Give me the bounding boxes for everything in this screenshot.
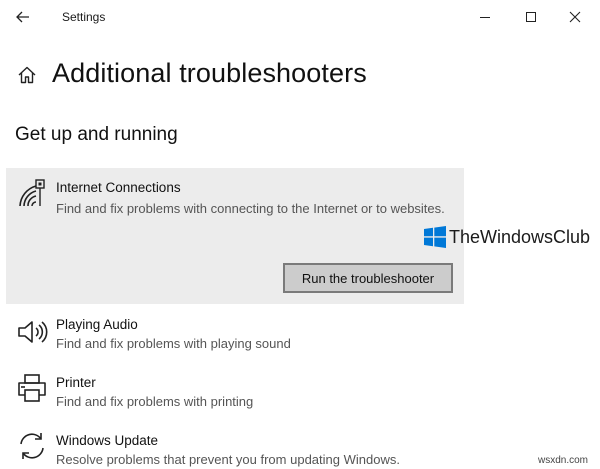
- close-button[interactable]: [552, 2, 598, 32]
- item-name: Printer: [56, 375, 96, 390]
- item-description: Resolve problems that prevent you from u…: [56, 452, 400, 467]
- item-description: Find and fix problems with connecting to…: [56, 201, 445, 216]
- home-icon: [18, 66, 36, 84]
- troubleshooter-windows-update[interactable]: Windows Update Resolve problems that pre…: [6, 430, 464, 468]
- watermark-text: TheWindowsClub: [449, 226, 591, 247]
- watermark: TheWindowsClub: [424, 226, 590, 248]
- home-button[interactable]: [16, 64, 38, 86]
- page-title: Additional troubleshooters: [52, 58, 367, 88]
- back-arrow-icon: [16, 11, 29, 23]
- window-title: Settings: [62, 10, 106, 24]
- back-button[interactable]: [12, 6, 34, 28]
- wifi-icon: [16, 178, 48, 210]
- minimize-button[interactable]: [462, 2, 508, 32]
- item-name: Playing Audio: [56, 317, 138, 332]
- troubleshooter-playing-audio[interactable]: Playing Audio Find and fix problems with…: [6, 314, 464, 366]
- speaker-icon: [16, 316, 48, 348]
- item-name: Windows Update: [56, 433, 159, 448]
- run-troubleshooter-button[interactable]: Run the troubleshooter: [283, 263, 453, 293]
- troubleshooter-printer[interactable]: Printer Find and fix problems with print…: [6, 372, 464, 424]
- maximize-icon: [526, 12, 536, 22]
- refresh-icon: [16, 430, 48, 462]
- close-icon: [569, 11, 581, 23]
- title-bar: Settings: [0, 0, 600, 34]
- minimize-icon: [480, 17, 490, 18]
- section-title: Get up and running: [15, 124, 178, 145]
- item-description: Find and fix problems with playing sound: [56, 336, 291, 351]
- windows-logo-icon: [424, 226, 446, 248]
- page-header: Additional troubleshooters: [0, 56, 600, 96]
- item-name: Internet Connections: [56, 180, 181, 195]
- item-description: Find and fix problems with printing: [56, 394, 254, 409]
- printer-icon: [16, 372, 48, 404]
- maximize-button[interactable]: [508, 2, 554, 32]
- credit-text: wsxdn.com: [538, 455, 589, 466]
